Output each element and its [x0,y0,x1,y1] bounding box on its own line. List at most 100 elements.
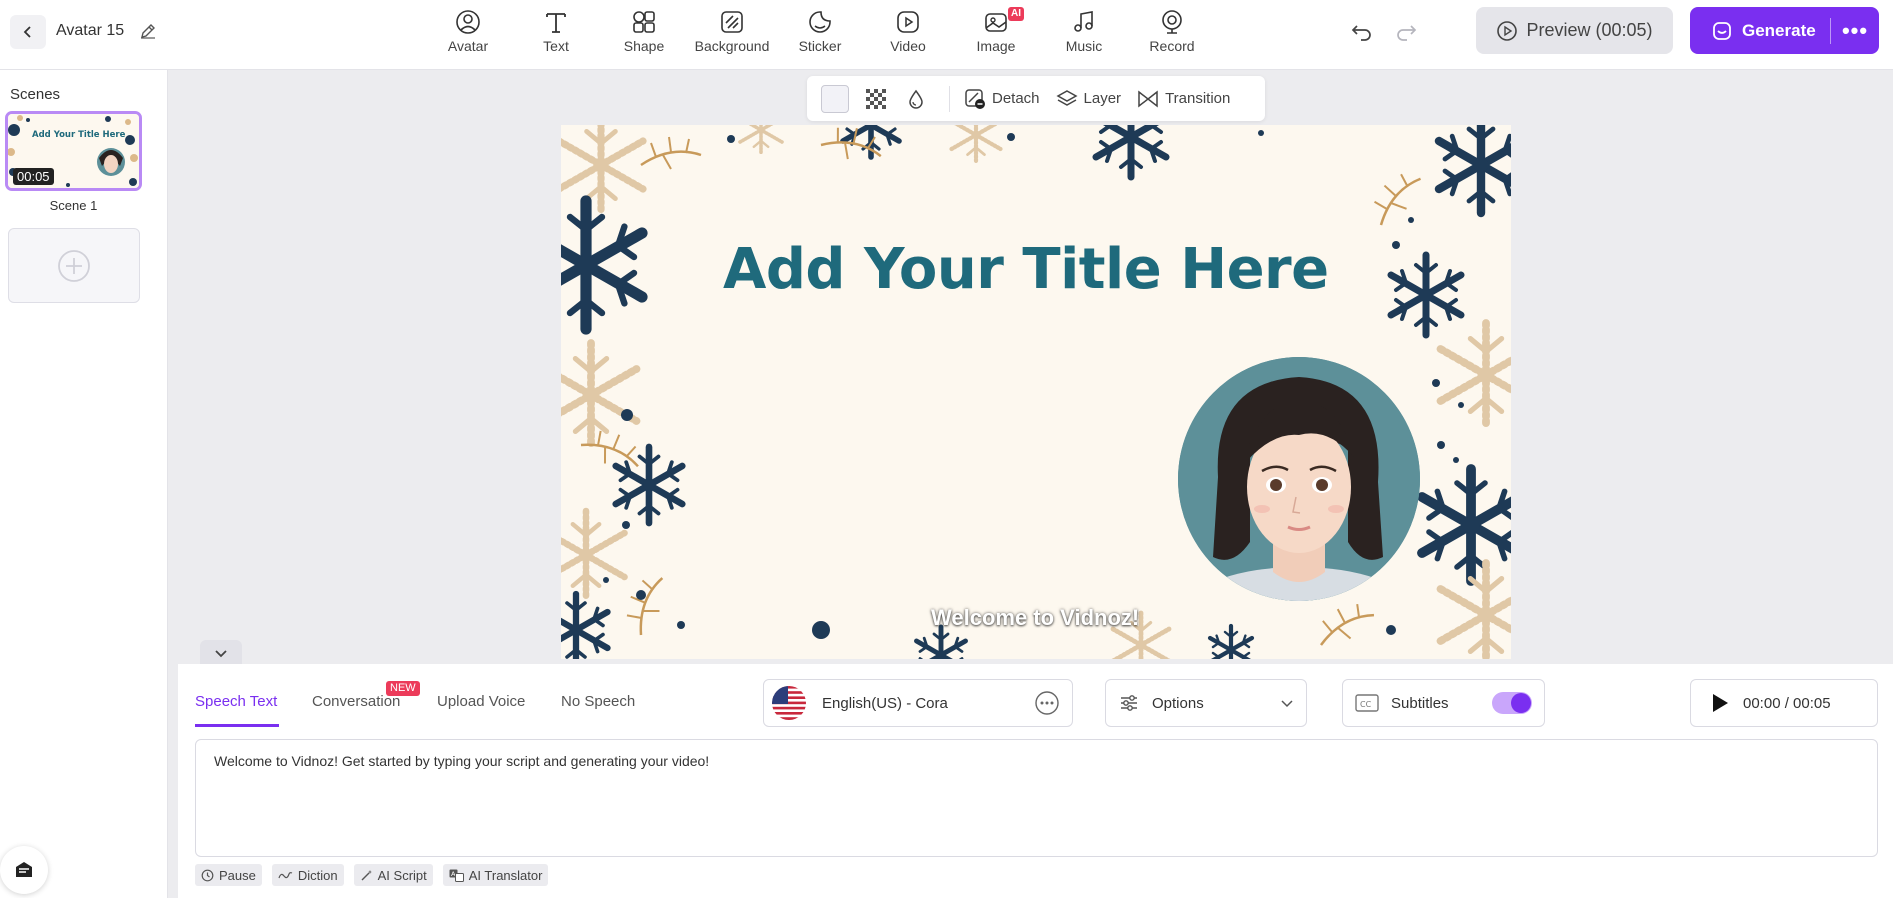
add-scene-button[interactable] [8,228,140,303]
tool-label: Record [1149,38,1195,54]
insert-toolbar: Avatar Text Shape Background Sticker Vid… [424,6,1216,56]
detach-icon [965,88,985,109]
background-icon [721,11,743,33]
drop-icon [909,89,923,109]
transition-icon [1138,89,1158,108]
ai-translator-button[interactable]: A AI Translator [442,864,549,886]
tab-speech-text[interactable]: Speech Text [195,693,277,710]
music-icon [1074,11,1093,32]
chip-label: Pause [219,867,256,883]
tool-label: Shape [623,38,665,54]
tool-music[interactable]: Music [1040,6,1128,56]
options-dropdown[interactable]: Options [1105,679,1307,727]
background-color-swatch[interactable] [821,84,849,113]
scene-thumbnail-title: Add Your Title Here [32,130,126,140]
undo-icon[interactable] [1348,18,1376,46]
sliders-icon [1121,695,1137,711]
collapse-panel-button[interactable] [200,640,242,666]
top-bar: Avatar 15 Avatar Text Shape Background S… [0,0,1893,70]
transition-button[interactable]: Transition [1137,88,1230,110]
chevron-left-icon [23,26,31,38]
tool-background[interactable]: Background [688,6,776,56]
redo-icon[interactable] [1392,18,1420,46]
image-icon [985,13,1007,32]
subtitles-label: Subtitles [1391,694,1449,712]
generate-main[interactable]: Generate [1690,21,1830,41]
layer-button[interactable]: Layer [1055,88,1121,110]
transparency-button[interactable] [863,86,889,112]
tool-text[interactable]: Text [512,6,600,56]
tool-label: Image [976,38,1016,54]
generate-icon [1713,21,1731,40]
divider [949,85,950,112]
pause-button[interactable]: Pause [195,864,262,886]
scene-duration: 00:05 [13,168,54,185]
more-icon[interactable] [1034,690,1060,716]
tool-shape[interactable]: Shape [600,6,688,56]
avatar-icon [456,10,480,34]
script-tools: Pause Diction AI Script A AI Translator [195,864,549,886]
tool-label: Music [1065,38,1103,54]
translate-icon: A [449,869,464,882]
project-title: Avatar 15 [56,22,125,39]
canvas-toolbar: Detach Layer Transition [807,76,1265,121]
more-options-button[interactable]: ••• [1831,18,1879,44]
transition-label: Transition [1165,90,1231,107]
ai-badge: AI [1008,7,1024,21]
tab-upload-voice[interactable]: Upload Voice [437,693,525,710]
cc-icon: CC [1355,694,1379,712]
diction-button[interactable]: Diction [271,864,344,886]
inbox-button[interactable] [0,846,48,894]
scene-label: Scene 1 [49,198,98,213]
tool-image[interactable]: AI Image [952,6,1040,56]
preview-button[interactable]: Preview (00:05) [1476,7,1673,54]
inbox-icon [16,862,32,877]
diction-icon [278,871,293,878]
scenes-heading: Scenes [10,86,61,103]
slide-canvas[interactable]: Add Your Title Here Welcome to Vidnoz! [561,125,1511,659]
text-icon [546,13,566,33]
audio-player[interactable]: 00:00 / 00:05 [1690,679,1878,727]
avatar-illustration [1178,357,1420,601]
voice-name: English(US) - Cora [822,694,948,712]
tool-avatar[interactable]: Avatar [424,6,512,56]
sticker-icon [809,11,831,33]
ai-script-button[interactable]: AI Script [353,864,433,886]
chevron-down-icon [1281,700,1293,708]
new-badge: NEW [386,681,420,696]
scenes-panel: Scenes Add Your Title Here 00:05 Scene 1 [0,70,168,898]
tool-label: Sticker [798,38,842,54]
us-flag-icon [772,686,806,720]
tool-sticker[interactable]: Sticker [776,6,864,56]
tool-label: Video [890,38,926,54]
scene-thumbnail[interactable]: Add Your Title Here 00:05 [5,111,142,191]
tool-label: Text [543,38,569,54]
chip-label: AI Translator [468,867,543,883]
detach-button[interactable]: Detach [964,88,1040,110]
tab-no-speech[interactable]: No Speech [561,693,635,710]
edit-icon[interactable] [138,21,158,41]
play-circle-icon [1497,20,1518,41]
record-icon [1162,10,1182,34]
svg-text:CC: CC [1360,700,1372,709]
slide-subtitle[interactable]: Welcome to Vidnoz! [931,605,1139,631]
subtitles-control: CC Subtitles [1342,679,1545,727]
speech-panel: Speech Text Conversation NEW Upload Voic… [178,664,1893,898]
tool-record[interactable]: Record [1128,6,1216,56]
back-button[interactable] [10,15,46,49]
chevron-down-icon [215,650,227,658]
tool-label: Background [694,38,770,54]
video-icon [897,11,919,33]
avatar-image[interactable] [1178,357,1420,601]
slide-title[interactable]: Add Your Title Here [561,237,1511,302]
play-icon [1713,694,1728,712]
tool-video[interactable]: Video [864,6,952,56]
preview-label: Preview (00:05) [1526,20,1653,40]
script-input[interactable]: Welcome to Vidnoz! Get started by typing… [195,739,1878,857]
generate-button[interactable]: Generate ••• [1690,7,1879,54]
voice-selector[interactable]: English(US) - Cora [763,679,1073,727]
opacity-button[interactable] [903,86,929,112]
shape-icon [633,11,655,33]
subtitles-toggle[interactable] [1492,692,1532,714]
playback-time: 00:00 / 00:05 [1743,694,1831,712]
